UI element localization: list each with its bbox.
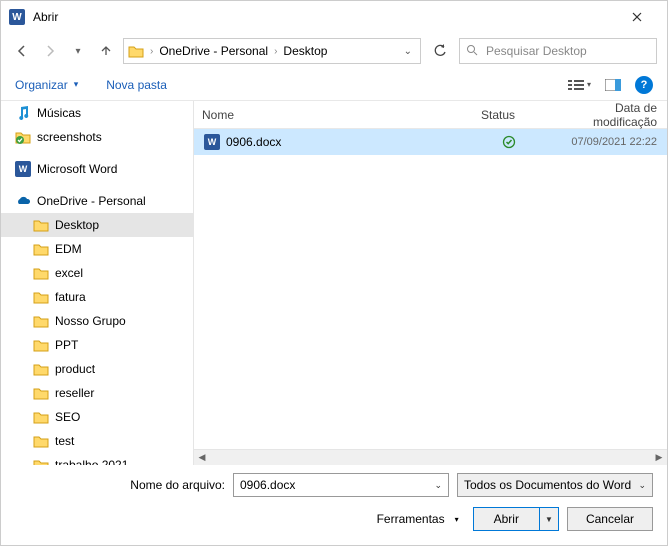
sidebar-item-label: screenshots (37, 130, 102, 144)
sidebar-item-label: product (55, 362, 95, 376)
sidebar-item[interactable]: Desktop (1, 213, 193, 237)
word-app-icon: W (9, 9, 25, 25)
sidebar-item-label: Microsoft Word (37, 162, 117, 176)
tools-button[interactable]: Ferramentas▾ (371, 512, 465, 526)
sidebar-item[interactable]: SEO (1, 405, 193, 429)
recent-locations-button[interactable]: ▾ (67, 40, 89, 62)
column-header-status[interactable]: Status (473, 108, 545, 122)
file-row[interactable]: W 0906.docx 07/09/2021 22:22 (194, 129, 667, 155)
up-button[interactable] (95, 40, 117, 62)
sidebar-item[interactable]: test (1, 429, 193, 453)
word-doc-icon: W (204, 134, 220, 150)
address-dropdown[interactable]: ⌄ (400, 46, 416, 57)
sidebar-item[interactable]: trabalho 2021 (1, 453, 193, 465)
sidebar-item[interactable]: excel (1, 261, 193, 285)
sidebar: Músicas screenshots W Microsoft Word OneDriv… (1, 101, 193, 465)
filename-input[interactable]: 0906.docx ⌄ (233, 473, 449, 497)
folder-ok-icon (15, 129, 31, 145)
refresh-button[interactable] (427, 38, 453, 64)
window-title: Abrir (33, 10, 58, 24)
music-icon (15, 105, 31, 121)
footer: Nome do arquivo: 0906.docx ⌄ Todos os Do… (1, 465, 667, 541)
sidebar-item[interactable]: PPT (1, 333, 193, 357)
folder-icon (33, 337, 49, 353)
body: Músicas screenshots W Microsoft Word OneDriv… (1, 101, 667, 465)
file-type-filter[interactable]: Todos os Documentos do Word ⌄ (457, 473, 653, 497)
folder-icon (33, 457, 49, 465)
sidebar-item-label: Músicas (37, 106, 81, 120)
word-icon: W (15, 161, 31, 177)
search-icon (466, 44, 478, 59)
forward-button[interactable] (39, 40, 61, 62)
sidebar-item-label: fatura (55, 290, 86, 304)
organize-button[interactable]: Organizar▾ (15, 78, 78, 92)
folder-icon (128, 44, 144, 58)
sidebar-item-label: SEO (55, 410, 80, 424)
sidebar-item-label: Nosso Grupo (55, 314, 126, 328)
back-button[interactable] (11, 40, 33, 62)
folder-icon (33, 385, 49, 401)
sidebar-item[interactable]: Nosso Grupo (1, 309, 193, 333)
toolbar: Organizar▾ Nova pasta ▾ ? (1, 69, 667, 101)
scroll-left-arrow[interactable]: ◀ (194, 452, 210, 463)
help-button[interactable]: ? (635, 76, 653, 94)
sidebar-item-label: trabalho 2021 (55, 458, 128, 465)
sidebar-item[interactable]: fatura (1, 285, 193, 309)
filename-label: Nome do arquivo: (15, 478, 225, 492)
chevron-down-icon[interactable]: ⌄ (434, 480, 442, 491)
breadcrumb-segment[interactable]: OneDrive - Personal (159, 44, 268, 58)
search-input[interactable]: Pesquisar Desktop (459, 38, 657, 64)
sidebar-item-label: Desktop (55, 218, 99, 232)
folder-icon (33, 265, 49, 281)
new-folder-button[interactable]: Nova pasta (106, 78, 167, 92)
search-placeholder: Pesquisar Desktop (486, 44, 587, 58)
folder-icon (33, 217, 49, 233)
sidebar-item[interactable]: reseller (1, 381, 193, 405)
sidebar-item[interactable]: W Microsoft Word (1, 157, 193, 181)
view-options-button[interactable]: ▾ (568, 79, 591, 91)
folder-icon (33, 313, 49, 329)
folder-icon (33, 433, 49, 449)
sidebar-item-label: OneDrive - Personal (37, 194, 146, 208)
sidebar-item[interactable]: screenshots (1, 125, 193, 149)
column-header-date[interactable]: Data de modificação (545, 101, 667, 129)
folder-icon (33, 241, 49, 257)
sync-status-icon (473, 135, 545, 149)
close-button[interactable] (615, 3, 659, 31)
file-pane: Nome Status Data de modificação W 0906.do… (193, 101, 667, 465)
address-bar[interactable]: › OneDrive - Personal › Desktop ⌄ (123, 38, 421, 64)
folder-icon (33, 409, 49, 425)
preview-pane-button[interactable] (605, 79, 621, 91)
chevron-right-icon: › (272, 46, 279, 57)
nav-row: ▾ › OneDrive - Personal › Desktop ⌄ Pesq… (1, 33, 667, 69)
sidebar-item-label: excel (55, 266, 83, 280)
column-header-name[interactable]: Nome (194, 108, 473, 122)
column-header-row: Nome Status Data de modificação (194, 101, 667, 129)
sidebar-item[interactable]: EDM (1, 237, 193, 261)
folder-icon (33, 361, 49, 377)
sidebar-item-label: reseller (55, 386, 94, 400)
horizontal-scrollbar[interactable]: ◀ ▶ (194, 449, 667, 465)
open-split-dropdown[interactable]: ▼ (540, 515, 558, 524)
cancel-button[interactable]: Cancelar (567, 507, 653, 531)
sidebar-item[interactable]: OneDrive - Personal (1, 189, 193, 213)
chevron-right-icon: › (148, 46, 155, 57)
chevron-down-icon[interactable]: ⌄ (638, 480, 646, 491)
onedrive-icon (15, 193, 31, 209)
file-list: W 0906.docx 07/09/2021 22:22 (194, 129, 667, 449)
sidebar-item[interactable]: product (1, 357, 193, 381)
sidebar-item-label: test (55, 434, 74, 448)
scroll-right-arrow[interactable]: ▶ (651, 452, 667, 463)
sidebar-item-label: EDM (55, 242, 82, 256)
breadcrumb-segment[interactable]: Desktop (283, 44, 327, 58)
sidebar-item[interactable]: Músicas (1, 101, 193, 125)
folder-icon (33, 289, 49, 305)
file-name: 0906.docx (226, 135, 281, 149)
open-button[interactable]: Abrir ▼ (473, 507, 559, 531)
file-date: 07/09/2021 22:22 (545, 136, 667, 148)
sidebar-item-label: PPT (55, 338, 78, 352)
title-bar: W Abrir (1, 1, 667, 33)
